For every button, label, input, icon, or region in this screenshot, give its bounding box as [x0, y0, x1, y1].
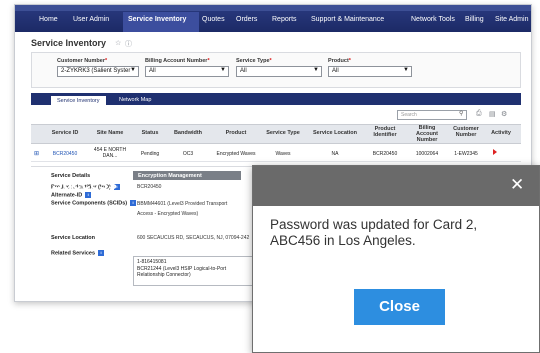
- screen: Home User Admin Service Inventory Quotes…: [0, 0, 540, 353]
- star-icon[interactable]: ☆: [115, 39, 121, 47]
- encryption-management-header[interactable]: Encryption Management: [133, 171, 241, 180]
- tab-service-inventory[interactable]: Service Inventory: [50, 95, 107, 105]
- cell-product-identifier: BCR20450: [372, 151, 398, 157]
- search-icon[interactable]: ⚲: [459, 110, 463, 117]
- service-location-value: 600 SECAUCUS RD, SECAUCUS, NJ, 07094-242: [137, 235, 250, 241]
- nav-item-billing[interactable]: Billing: [465, 16, 484, 23]
- col-header-product[interactable]: Product: [212, 130, 260, 136]
- close-icon[interactable]: ✕: [510, 175, 524, 195]
- service-type-label: Service Type*: [236, 58, 272, 64]
- cell-status: Pending: [140, 151, 160, 157]
- info-icon[interactable]: i: [130, 200, 137, 206]
- top-nav: Home User Admin Service Inventory Quotes…: [15, 5, 531, 32]
- pid-value: BCR20450: [137, 184, 162, 190]
- nav-item-quotes[interactable]: Quotes: [202, 16, 225, 23]
- col-header-site-name[interactable]: Site Name: [90, 130, 130, 136]
- service-location-label: Service Location: [51, 235, 96, 241]
- chevron-down-icon: ▼: [313, 67, 319, 73]
- cell-product: Encrypted Waves: [216, 151, 256, 157]
- components-value-line2: Access - Encrypted Waves): [137, 211, 199, 217]
- cell-site-name: 454 E NORTH DAN...: [93, 147, 127, 159]
- nav-item-user-admin[interactable]: User Admin: [73, 16, 109, 23]
- components-label: Service Components (SCIDs) i: [51, 200, 137, 206]
- nav-item-network-tools[interactable]: Network Tools: [411, 16, 455, 23]
- nav-item-support[interactable]: Support & Maintenance: [311, 16, 384, 23]
- chevron-down-icon: ▼: [220, 67, 226, 73]
- customer-number-label: Customer Number*: [57, 58, 108, 64]
- product-select[interactable]: All ▼: [328, 66, 412, 77]
- print-icon[interactable]: ⎙: [476, 110, 482, 118]
- col-header-service-type[interactable]: Service Type: [262, 130, 304, 136]
- components-value-line1: BBMM44601 (Level3 Provided Transport: [137, 201, 228, 207]
- related-services-label: Related Services i: [51, 250, 105, 256]
- product-label: Product*: [328, 58, 351, 64]
- col-header-customer-number[interactable]: Customer Number: [449, 126, 483, 138]
- nav-item-service-inventory[interactable]: Service Inventory: [128, 16, 186, 23]
- page-title: Service Inventory: [31, 38, 107, 48]
- search-input[interactable]: Search: [397, 110, 467, 120]
- info-icon[interactable]: i: [98, 250, 105, 256]
- col-header-billing-account[interactable]: Billing Account Number: [408, 125, 446, 143]
- cell-billing-account: 10002064: [415, 151, 439, 157]
- col-header-service-id[interactable]: Service ID: [44, 130, 86, 136]
- col-header-product-identifier[interactable]: Product Identifier: [366, 126, 404, 138]
- nav-item-home[interactable]: Home: [39, 16, 58, 23]
- expand-icon[interactable]: ⊞: [34, 150, 39, 157]
- cell-customer-number: 1-EW2345: [454, 151, 478, 157]
- dialog-message: Password was updated for Card 2, ABC456 …: [270, 217, 478, 248]
- close-button[interactable]: Close: [354, 289, 445, 325]
- chevron-down-icon: ▼: [403, 67, 409, 73]
- activity-flag-icon[interactable]: [493, 149, 497, 155]
- chevron-down-icon: ▼: [130, 67, 136, 73]
- cell-service-location: NA: [331, 151, 339, 157]
- billing-account-label: Billing Account Number*: [145, 58, 210, 64]
- customer-number-select[interactable]: 2-ZYKRK3 (Salient Syster ▼: [57, 66, 139, 77]
- dialog-title: Success: [52, 176, 117, 193]
- nav-item-site-admin[interactable]: Site Admin: [495, 16, 528, 23]
- col-header-service-location[interactable]: Service Location: [307, 130, 363, 136]
- export-icon[interactable]: ▤: [489, 110, 496, 118]
- col-header-bandwidth[interactable]: Bandwidth: [168, 130, 208, 136]
- nav-item-reports[interactable]: Reports: [272, 16, 297, 23]
- cell-service-id[interactable]: BCR20450: [44, 151, 86, 157]
- col-header-activity[interactable]: Activity: [484, 130, 518, 136]
- billing-account-select[interactable]: All ▼: [145, 66, 229, 77]
- gear-icon[interactable]: ⚙: [501, 110, 507, 118]
- help-icon[interactable]: ⓘ: [125, 39, 132, 49]
- col-header-status[interactable]: Status: [135, 130, 165, 136]
- tab-network-map[interactable]: Network Map: [113, 95, 157, 105]
- service-type-select[interactable]: All ▼: [236, 66, 322, 77]
- cell-service-type: Waves: [275, 151, 291, 157]
- dialog-header: [253, 166, 539, 206]
- cell-bandwidth: OC3: [182, 151, 194, 157]
- nav-top-strip: [15, 5, 531, 11]
- nav-item-orders[interactable]: Orders: [236, 16, 257, 23]
